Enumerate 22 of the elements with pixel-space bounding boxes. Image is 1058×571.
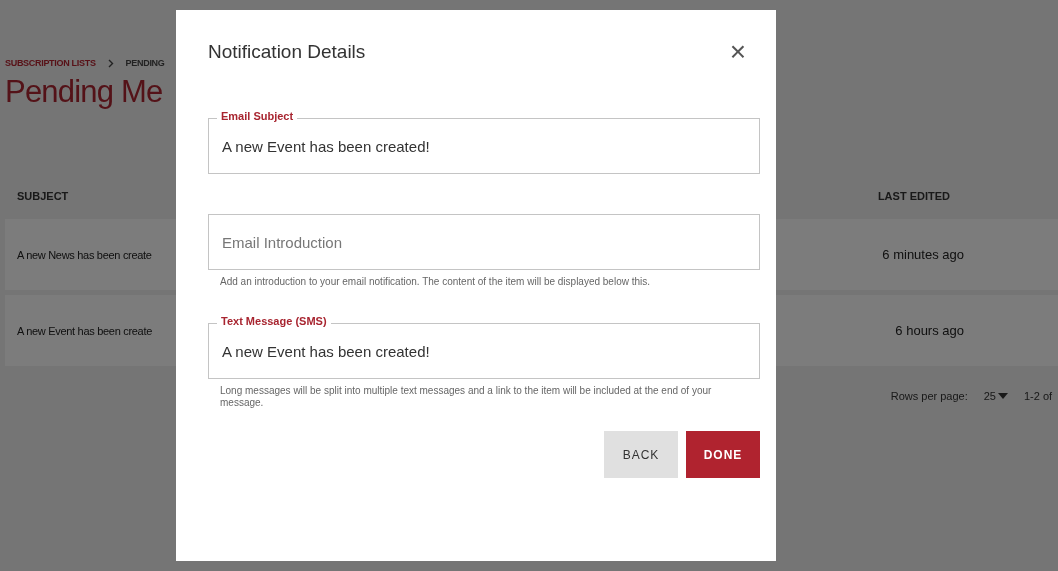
field-label: Text Message (SMS) bbox=[217, 315, 331, 327]
column-header: SUBJECT bbox=[17, 190, 69, 202]
back-button[interactable]: BACK bbox=[604, 431, 678, 478]
rows-per-page-label: Rows per page: bbox=[890, 390, 968, 402]
column-header: LAST EDITED bbox=[877, 190, 950, 202]
helper-text: Long messages will be split into multiple text messages and a link to the item will be included at the end of your message. bbox=[220, 385, 713, 409]
dropdown-caret-icon bbox=[998, 393, 1008, 399]
breadcrumb-current: PENDING bbox=[125, 58, 165, 68]
close-button[interactable]: × bbox=[729, 38, 746, 66]
email-introduction-field[interactable]: Email Introduction bbox=[208, 214, 760, 270]
last-edited-cell: 6 minutes ago bbox=[882, 247, 964, 262]
rows-per-page-select[interactable]: 25 bbox=[983, 390, 1008, 402]
page-title: Pending Me bbox=[5, 74, 164, 110]
dialog-title: Notification Details bbox=[208, 41, 366, 63]
subject-cell: A new News has been create bbox=[17, 248, 152, 261]
helper-text: Add an introduction to your email notification. The content of the item will be displayed below this. bbox=[220, 276, 652, 288]
chevron-icon bbox=[107, 58, 114, 68]
field-label: Email Subject bbox=[217, 110, 298, 122]
subject-cell: A new Event has been create bbox=[17, 324, 152, 337]
done-button[interactable]: DONE bbox=[686, 431, 760, 478]
page-range: 1-2 of bbox=[1024, 390, 1054, 402]
last-edited-cell: 6 hours ago bbox=[895, 323, 964, 338]
